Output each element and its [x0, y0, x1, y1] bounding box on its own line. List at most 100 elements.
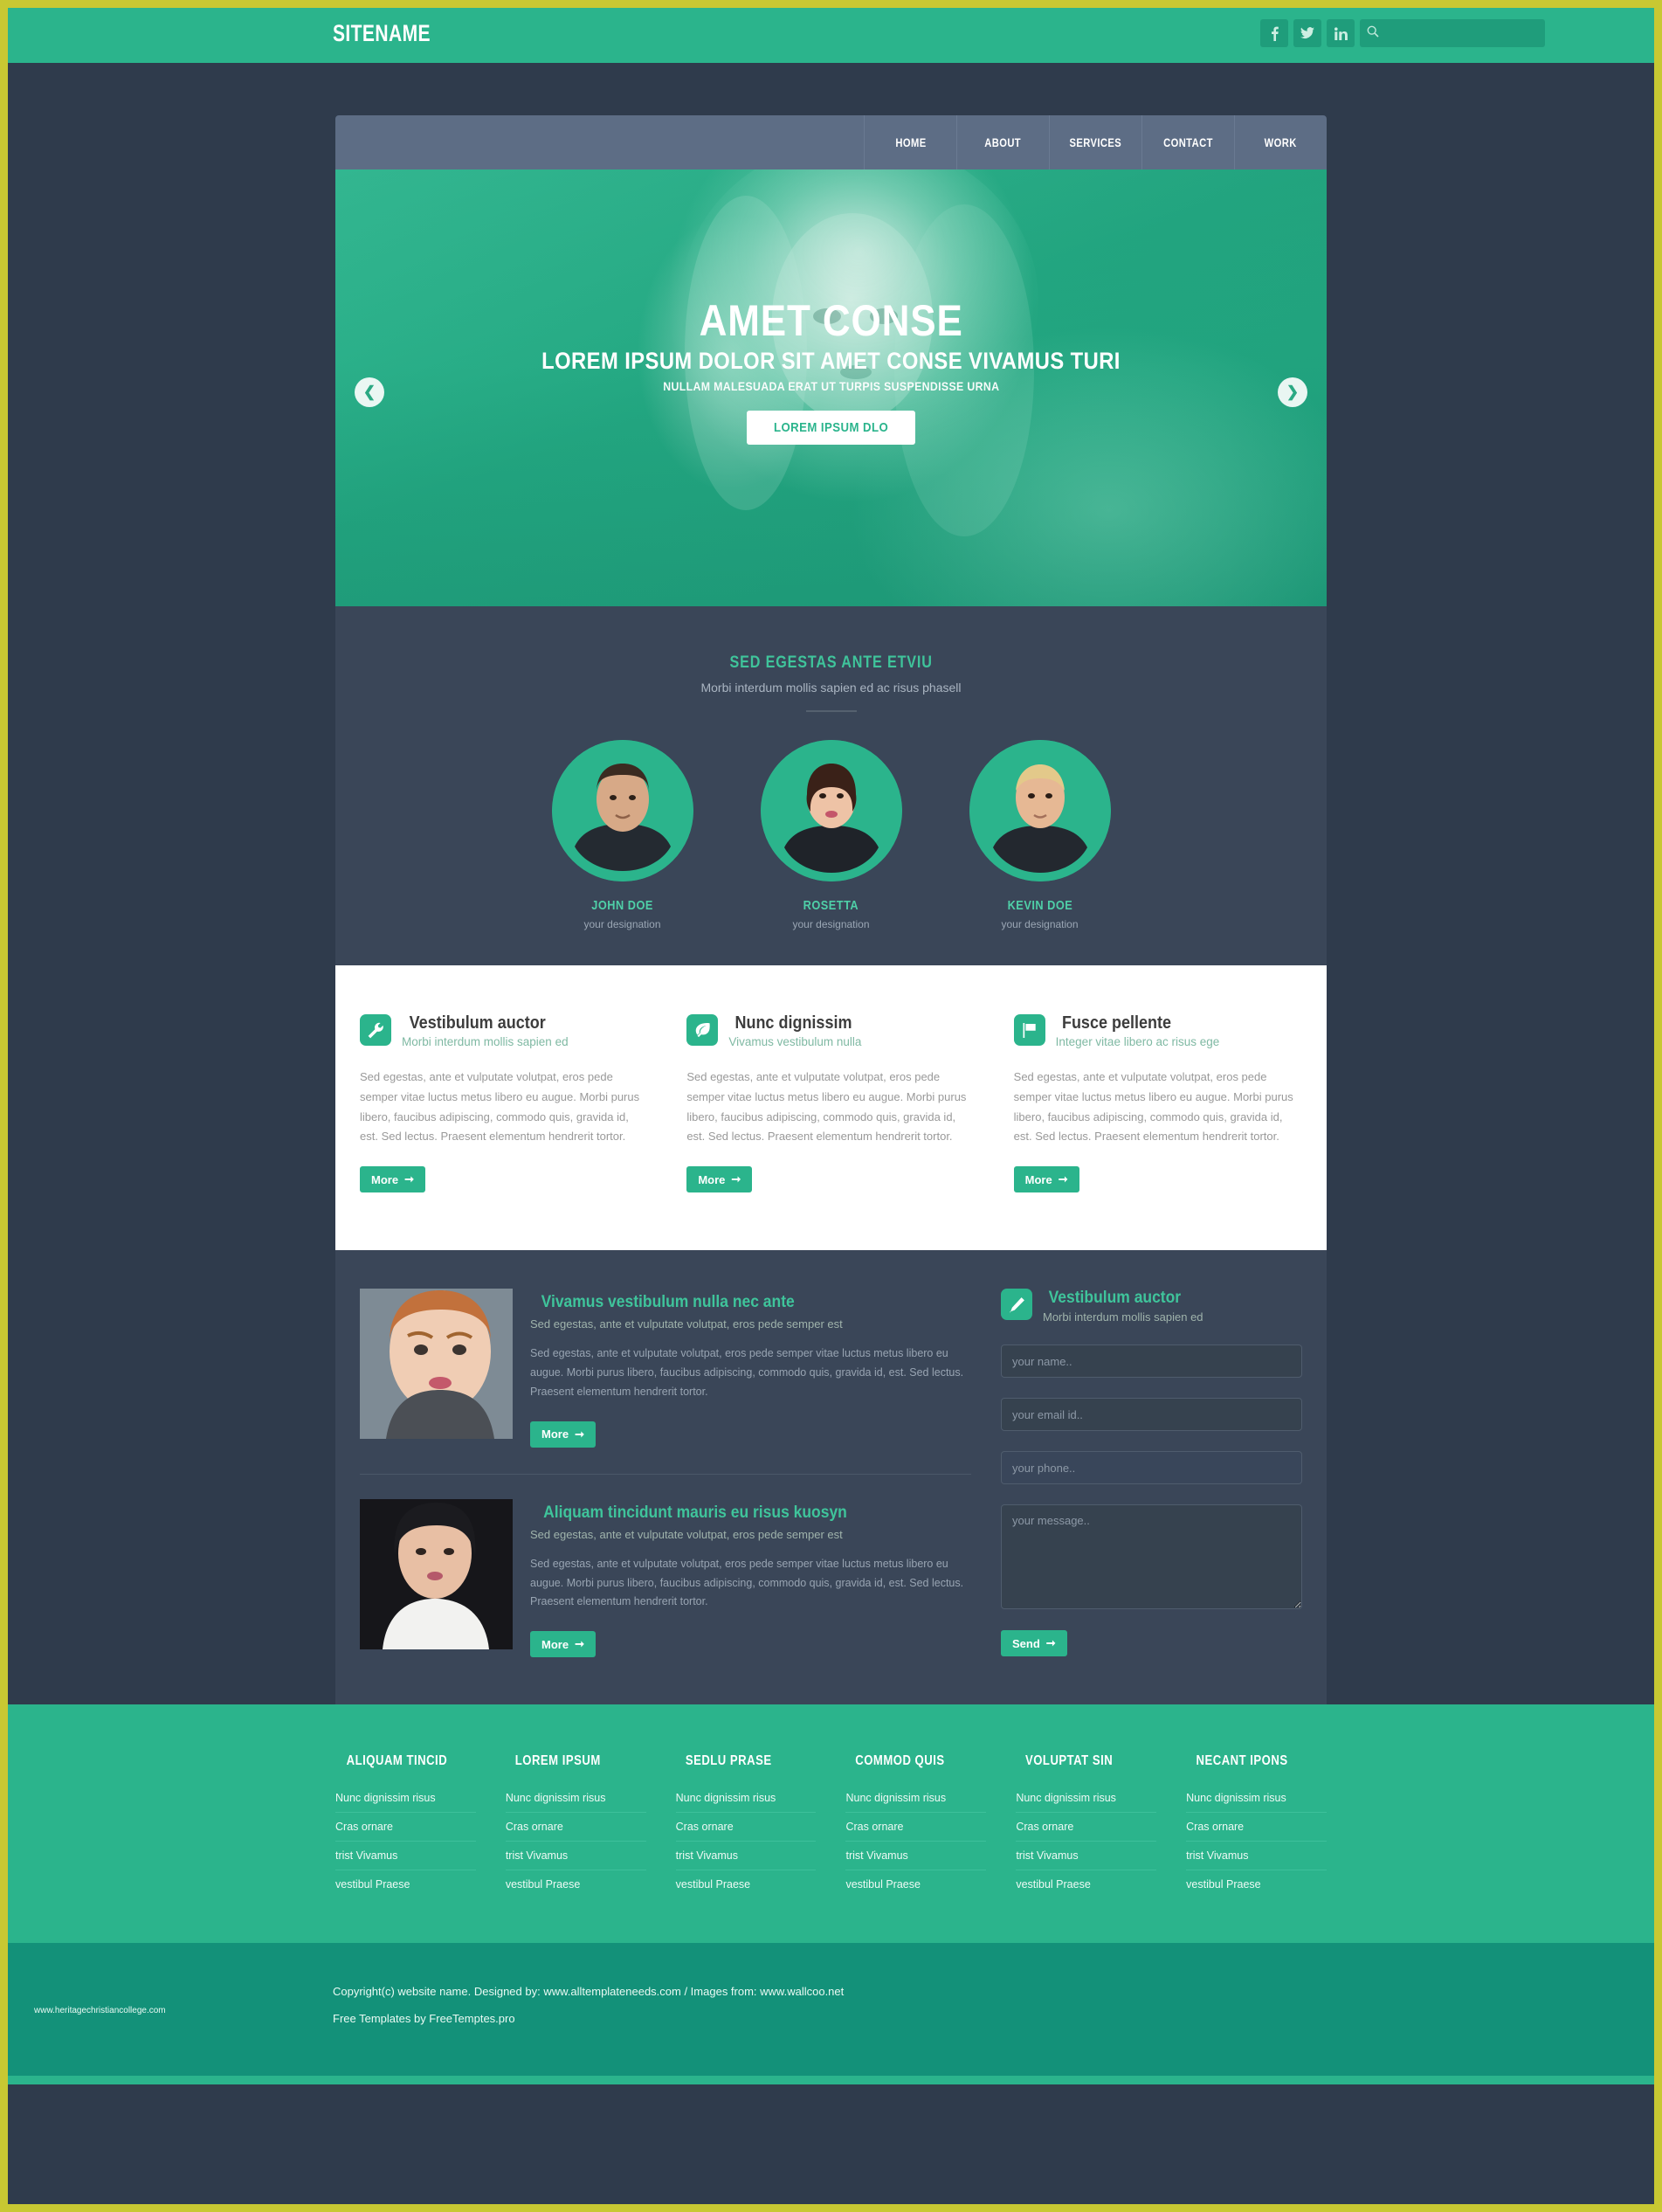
feature-more-button[interactable]: More ➞ [1013, 1166, 1079, 1192]
footer-column-heading: SEDLU PRASE [676, 1753, 817, 1769]
twitter-icon[interactable] [1293, 19, 1321, 47]
lower-section: Vivamus vestibulum nulla nec ante Sed eg… [335, 1250, 1327, 1705]
footer-link[interactable]: Cras ornare [1186, 1821, 1327, 1842]
feature-subtitle: Morbi interdum mollis sapien ed [402, 1035, 569, 1048]
contact-form-title: Vestibulum auctor [1043, 1289, 1203, 1308]
blog-column: Vivamus vestibulum nulla nec ante Sed eg… [360, 1289, 971, 1658]
footer-link[interactable]: Cras ornare [505, 1821, 646, 1842]
hero-prev-button[interactable]: ❮ [355, 377, 384, 407]
team-section: SED EGESTAS ANTE ETVIU Morbi interdum mo… [335, 606, 1327, 965]
wrench-glyph [368, 1022, 383, 1038]
feature-subtitle: Integer vitae libero ac risus ege [1055, 1035, 1220, 1048]
footer-link[interactable]: Nunc dignissim risus [505, 1792, 646, 1814]
arrow-right-icon: ➞ [575, 1637, 584, 1651]
footer-link[interactable]: Nunc dignissim risus [845, 1792, 987, 1814]
nav-item-about[interactable]: ABOUT [956, 115, 1049, 169]
footer-column-heading-text: SEDLU PRASE [685, 1753, 772, 1769]
blog-post-thumbnail[interactable] [360, 1498, 513, 1649]
contact-name-input[interactable] [1001, 1344, 1302, 1378]
team-member-name: ROSETTA [745, 898, 918, 913]
team-member[interactable]: JOHN DOE your designation [536, 740, 709, 930]
copyright-block: Copyright(c) website name. Designed by: … [333, 1978, 844, 2032]
footer-link[interactable]: Nunc dignissim risus [1186, 1792, 1327, 1814]
nav-item-contact[interactable]: CONTACT [1141, 115, 1234, 169]
footer-link[interactable]: Cras ornare [1016, 1821, 1157, 1842]
footer-link[interactable]: Nunc dignissim risus [1016, 1792, 1157, 1814]
feature-subtitle: Vivamus vestibulum nulla [728, 1035, 862, 1048]
section-divider [805, 710, 857, 712]
leaf-glyph [695, 1022, 710, 1037]
hero-next-button[interactable]: ❯ [1278, 377, 1307, 407]
arrow-right-icon: ➞ [404, 1172, 414, 1185]
footer-link[interactable]: Cras ornare [335, 1821, 476, 1842]
site-brand[interactable]: SITENAME [333, 20, 431, 47]
footer-link[interactable]: trist Vivamus [845, 1849, 987, 1871]
footer-link[interactable]: trist Vivamus [675, 1849, 817, 1871]
contact-form-subtitle: Morbi interdum mollis sapien ed [1043, 1310, 1203, 1324]
contact-phone-input[interactable] [1001, 1451, 1302, 1484]
contact-form-title-text: Vestibulum auctor [1048, 1289, 1182, 1307]
linkedin-icon[interactable] [1327, 19, 1355, 47]
footer-link[interactable]: trist Vivamus [1016, 1849, 1157, 1871]
flag-icon [1013, 1014, 1045, 1046]
more-label: More [541, 1637, 569, 1651]
feature-title: Vestibulum auctor [402, 1014, 569, 1033]
facebook-icon[interactable] [1260, 19, 1288, 47]
feature-more-button[interactable]: More ➞ [686, 1166, 753, 1192]
nav-label: HOME [894, 135, 927, 149]
footer-link[interactable]: vestibul Praese [845, 1878, 986, 1898]
footer-link[interactable]: Nunc dignissim risus [335, 1792, 476, 1814]
feature-body: Sed egestas, ante et vulputate volutpat,… [360, 1070, 640, 1144]
nav-item-services[interactable]: SERVICES [1049, 115, 1141, 169]
feature-titles: Nunc dignissim Vivamus vestibulum nulla [728, 1014, 862, 1049]
copyright-bar: www.heritagechristiancollege.com Copyrig… [8, 1943, 1654, 2077]
feature-header: Fusce pellente Integer vitae libero ac r… [1013, 1014, 1302, 1049]
chevron-right-icon: ❯ [1286, 384, 1300, 400]
blog-post-title[interactable]: Vivamus vestibulum nulla nec ante [530, 1293, 971, 1312]
blog-more-button[interactable]: More ➞ [530, 1421, 596, 1448]
blog-post-thumbnail[interactable] [360, 1289, 513, 1439]
footer-column-heading: NECANT IPONS [1186, 1753, 1327, 1769]
footer-link[interactable]: vestibul Praese [1016, 1878, 1156, 1898]
feature-more-button[interactable]: More ➞ [360, 1166, 425, 1192]
chevron-left-icon: ❮ [362, 384, 376, 400]
hero-tagline: NULLAM MALESUADA ERAT UT TURPIS SUSPENDI… [335, 379, 1327, 393]
footer-link[interactable]: vestibul Praese [506, 1878, 646, 1898]
footer-link[interactable]: Cras ornare [675, 1821, 817, 1842]
nav-item-home[interactable]: HOME [864, 115, 956, 169]
nav-label: SERVICES [1069, 135, 1122, 149]
feature-titles: Fusce pellente Integer vitae libero ac r… [1055, 1014, 1220, 1049]
contact-message-textarea[interactable] [1001, 1504, 1302, 1609]
blog-post-title[interactable]: Aliquam tincidunt mauris eu risus kuosyn [530, 1503, 971, 1523]
footer-link[interactable]: trist Vivamus [505, 1849, 646, 1871]
footer-link[interactable]: Cras ornare [845, 1821, 987, 1842]
footer-column-heading: LOREM IPSUM [506, 1753, 646, 1769]
footer-link[interactable]: trist Vivamus [335, 1849, 476, 1871]
feature-title-text: Vestibulum auctor [409, 1013, 546, 1033]
search-input[interactable] [1360, 19, 1545, 47]
nav-label: CONTACT [1163, 135, 1213, 149]
team-member[interactable]: ROSETTA your designation [745, 740, 918, 930]
contact-email-input[interactable] [1001, 1398, 1302, 1431]
nav-item-work[interactable]: WORK [1234, 115, 1327, 169]
contact-send-button[interactable]: Send ➞ [1001, 1630, 1067, 1656]
send-label: Send [1012, 1636, 1040, 1650]
hero-tagline-text: NULLAM MALESUADA ERAT UT TURPIS SUSPENDI… [662, 379, 1000, 393]
footer-link[interactable]: vestibul Praese [335, 1878, 476, 1898]
footer-link[interactable]: trist Vivamus [1186, 1849, 1327, 1871]
footer-column-lorem-ipsum: LOREM IPSUM Nunc dignissim risus Cras or… [505, 1753, 646, 1906]
hero-cta-button[interactable]: LOREM IPSUM DLO [746, 411, 916, 445]
avatar-photo-john [551, 740, 693, 881]
footer-link[interactable]: vestibul Praese [1186, 1878, 1327, 1898]
blog-more-button[interactable]: More ➞ [530, 1631, 596, 1658]
footer: ALIQUAM TINCID Nunc dignissim risus Cras… [8, 1704, 1654, 2085]
credit-text: Free Templates by FreeTemptes.pro [333, 2012, 515, 2026]
more-label: More [541, 1427, 569, 1441]
hero-caption: AMET CONSE LOREM IPSUM DOLOR SIT AMET CO… [335, 299, 1327, 445]
feature-header: Vestibulum auctor Morbi interdum mollis … [360, 1014, 648, 1048]
arrow-right-icon: ➞ [1058, 1172, 1068, 1185]
pencil-icon [1001, 1289, 1032, 1320]
team-member[interactable]: KEVIN DOE your designation [954, 740, 1127, 930]
footer-link[interactable]: vestibul Praese [676, 1878, 817, 1898]
footer-link[interactable]: Nunc dignissim risus [675, 1792, 817, 1814]
